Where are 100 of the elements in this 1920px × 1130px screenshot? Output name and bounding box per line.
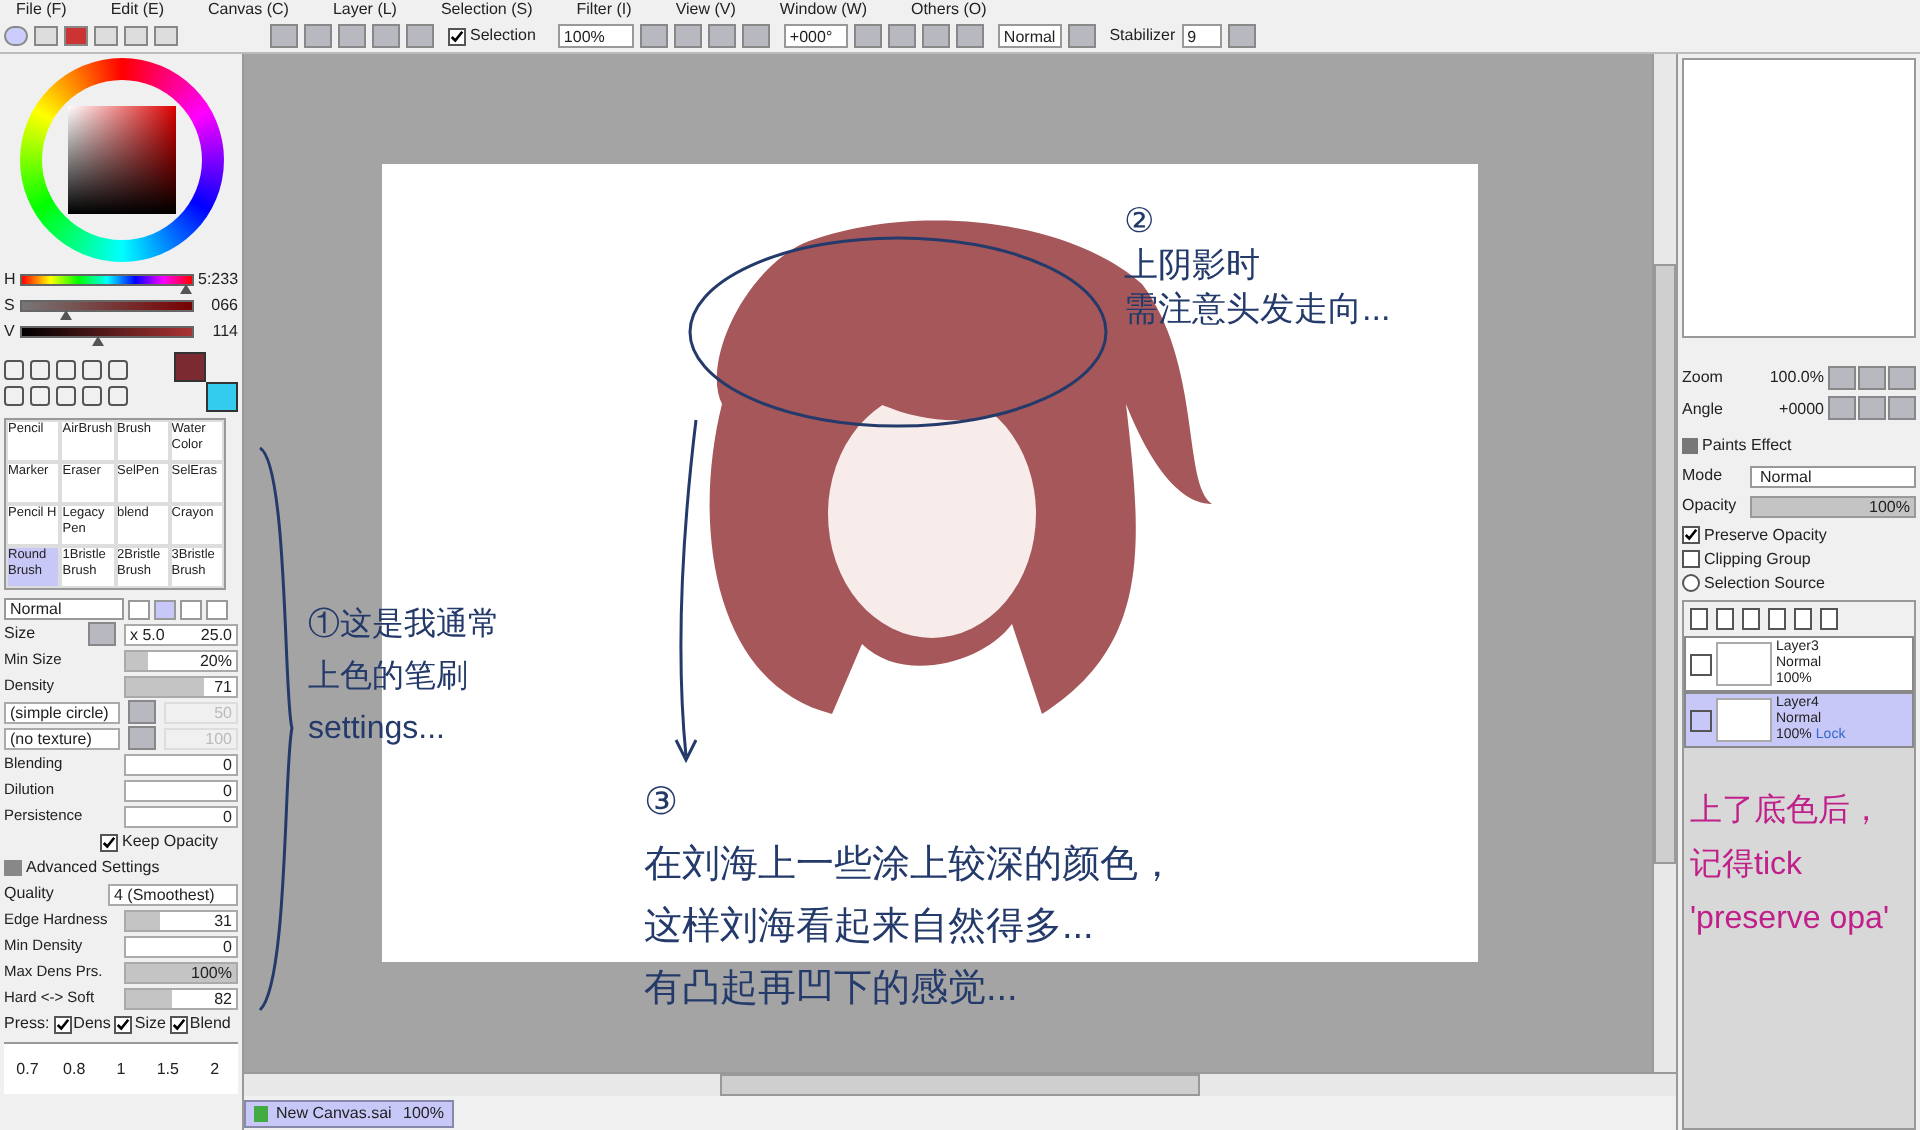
blend-mode-select[interactable]: Normal [4, 598, 124, 620]
toolbar-button[interactable] [304, 24, 332, 48]
navigator-button[interactable] [1888, 366, 1916, 390]
slider-track[interactable]: 71 [124, 675, 238, 697]
palette-tab-icon[interactable] [124, 26, 148, 46]
palette-tab-icon[interactable] [154, 26, 178, 46]
angle-field[interactable]: +000° [783, 24, 848, 48]
navigator-button[interactable] [1858, 395, 1886, 419]
angle-value: +0000 [1779, 398, 1824, 422]
rotate-left-button[interactable] [887, 24, 916, 48]
brush-shape-icon[interactable] [128, 599, 150, 619]
layer-tool-icon[interactable] [1690, 608, 1708, 630]
layer-tool-icon[interactable] [1716, 608, 1734, 630]
flip-button[interactable] [1067, 24, 1096, 48]
slider-value: 0 [223, 755, 232, 775]
zoom-field[interactable]: 100% [557, 24, 634, 48]
toolbar-button[interactable] [406, 24, 434, 48]
checkbox[interactable] [100, 833, 118, 851]
brush-shape-icon[interactable] [154, 599, 176, 619]
slider-track[interactable]: 31 [124, 909, 238, 931]
color-square[interactable] [67, 106, 175, 214]
menu-item[interactable]: Filter (I) [576, 2, 632, 18]
option-label: Preserve Opacity [1704, 523, 1827, 547]
brush-shape-icon[interactable] [206, 599, 228, 619]
opacity-slider[interactable]: 100% [1750, 495, 1916, 517]
slider-track[interactable]: 0 [124, 779, 238, 801]
slider-track[interactable]: 0 [124, 935, 238, 957]
palette-tab-icon[interactable] [4, 26, 28, 46]
dropdown-field[interactable]: (no texture) [4, 727, 120, 749]
dropdown-button[interactable] [128, 700, 156, 724]
size-preset[interactable]: 1.5 [144, 1057, 192, 1081]
navigator-button[interactable] [1828, 395, 1856, 419]
brush-shape-icon[interactable] [180, 599, 202, 619]
menu-item[interactable]: View (V) [675, 2, 736, 18]
primary-color-swatch[interactable] [174, 352, 206, 382]
reset-button[interactable] [955, 24, 984, 48]
size-preset[interactable]: 1 [97, 1057, 145, 1081]
vertical-scrollbar[interactable] [1652, 54, 1676, 1072]
dropdown-button[interactable] [853, 24, 882, 48]
toolbar-button[interactable] [270, 24, 298, 48]
rotate-right-button[interactable] [921, 24, 950, 48]
eye-icon[interactable] [1690, 653, 1712, 675]
toolbar-button[interactable] [338, 24, 366, 48]
handwritten-note: 上阴影时 [1124, 244, 1262, 288]
menu-item[interactable]: Window (W) [779, 2, 867, 18]
dropdown-field[interactable]: (simple circle) [4, 701, 120, 723]
menu-item[interactable]: Selection (S) [440, 2, 533, 18]
file-icon [254, 1105, 268, 1121]
slider-track[interactable]: 0 [124, 753, 238, 775]
slider-track[interactable]: 100% [124, 961, 238, 983]
checkbox[interactable] [1682, 550, 1700, 568]
reset-button[interactable] [741, 24, 770, 48]
palette-tab-icon[interactable] [94, 26, 118, 46]
secondary-color-swatch[interactable] [206, 382, 238, 412]
checkbox[interactable] [169, 1015, 188, 1033]
dropdown-button[interactable] [1227, 24, 1256, 48]
menu-item[interactable]: Edit (E) [110, 2, 164, 18]
checkbox[interactable] [114, 1015, 133, 1033]
toolbar-button[interactable] [372, 24, 400, 48]
horizontal-scrollbar[interactable] [244, 1072, 1676, 1096]
slider-track[interactable]: 82 [124, 987, 238, 1009]
layer-tool-icon[interactable] [1742, 608, 1760, 630]
size-preset[interactable]: 0.8 [50, 1057, 98, 1081]
size-preset[interactable]: 0.7 [4, 1057, 51, 1081]
zoom-in-button[interactable] [707, 24, 736, 48]
quality-select[interactable]: 4 (Smoothest) [108, 883, 238, 905]
opacity-value: 100% [1869, 497, 1910, 517]
checkbox[interactable] [53, 1015, 72, 1033]
size-field[interactable]: x 5.0 25.0 [124, 623, 238, 645]
menu-item[interactable]: File (F) [16, 2, 67, 18]
layer-tool-icon[interactable] [1820, 608, 1838, 630]
navigator-button[interactable] [1828, 366, 1856, 390]
navigator-button[interactable] [1858, 366, 1886, 390]
slider-track[interactable]: 20% [124, 649, 238, 671]
menu-item[interactable]: Canvas (C) [208, 2, 289, 18]
size-menu-button[interactable] [88, 622, 116, 646]
eye-icon[interactable] [1690, 709, 1712, 731]
setting-label: Size [4, 622, 38, 646]
dropdown-button[interactable] [128, 726, 156, 750]
layer-tool-icon[interactable] [1794, 608, 1812, 630]
layer-tool-icon[interactable] [1768, 608, 1786, 630]
slider-thumb[interactable] [92, 336, 105, 346]
handwritten-note: 上了底色后， [1690, 791, 1884, 832]
checkbox[interactable] [448, 27, 466, 45]
palette-tab-icon[interactable] [34, 26, 58, 46]
stabilizer-field[interactable]: 9 [1181, 24, 1222, 48]
checkbox-label: Keep Opacity [122, 830, 219, 854]
mode-select[interactable]: Normal [1750, 465, 1916, 487]
dropdown-button[interactable] [639, 24, 668, 48]
zoom-out-button[interactable] [673, 24, 702, 48]
radio-button[interactable] [1682, 574, 1700, 592]
slider-track[interactable]: 0 [124, 805, 238, 827]
checkbox[interactable] [1682, 526, 1700, 544]
menu-item[interactable]: Layer (L) [332, 2, 397, 18]
document-tab[interactable]: New Canvas.sai 100% [244, 1099, 454, 1127]
mode-field[interactable]: Normal [997, 24, 1062, 48]
menu-item[interactable]: Others (O) [910, 2, 987, 18]
navigator-button[interactable] [1888, 395, 1916, 419]
slider-value: 0 [223, 807, 232, 827]
size-preset[interactable]: 2 [191, 1057, 239, 1081]
